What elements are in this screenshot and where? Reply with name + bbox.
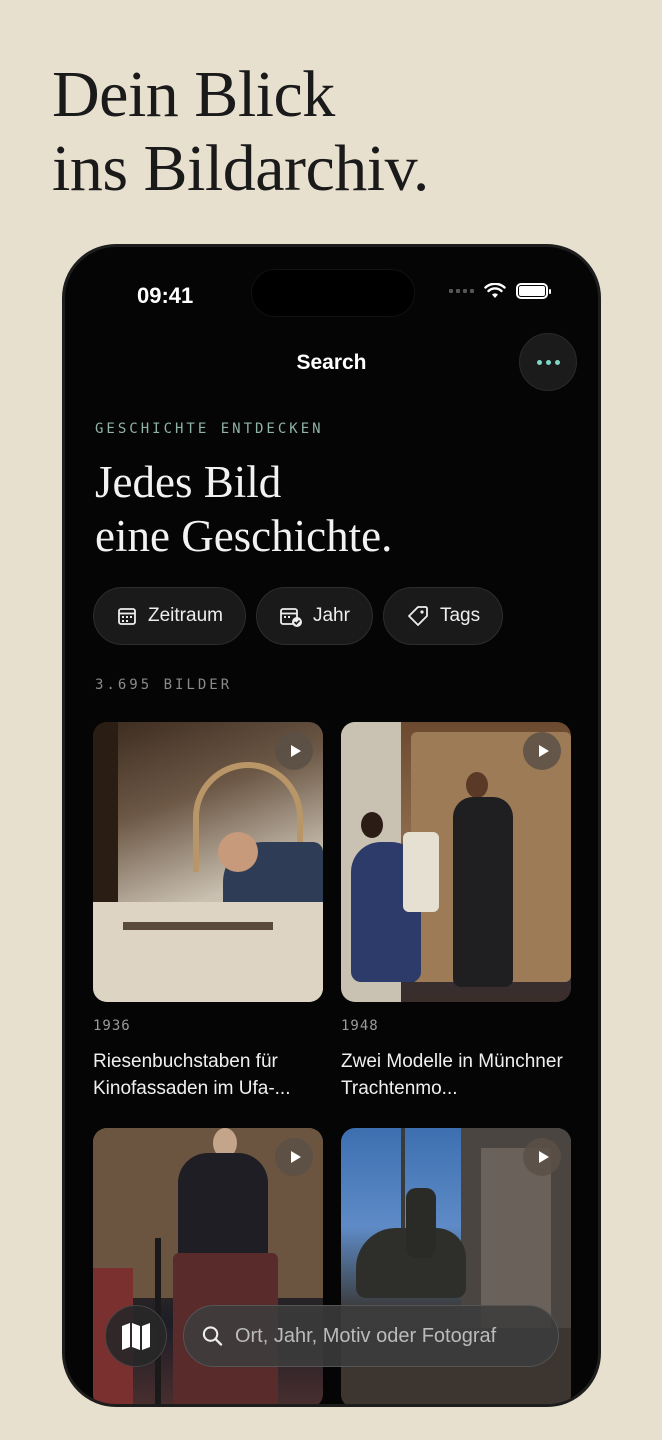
card-title: Zwei Modelle in Münchner Trachtenmo... <box>341 1051 563 1099</box>
image-card[interactable]: 1936 Riesenbuchstaben für Kinofassaden i… <box>93 722 323 1102</box>
play-icon[interactable] <box>523 1138 561 1176</box>
hero-line-1: Jedes Bild <box>95 457 282 507</box>
card-thumbnail <box>93 722 323 1002</box>
filter-label: Tags <box>439 605 481 626</box>
status-icons <box>449 283 551 299</box>
headline-line-1: Dein Blick <box>52 58 335 131</box>
filter-jahr[interactable]: Jahr <box>255 587 373 645</box>
search-input[interactable] <box>234 1324 540 1348</box>
play-icon[interactable] <box>275 1138 313 1176</box>
bottom-search-bar <box>105 1305 559 1367</box>
image-card[interactable]: 1948 Zwei Modelle in Münchner Trachtenmo… <box>341 722 571 1102</box>
ellipsis-icon <box>536 359 542 365</box>
card-year: 1948 <box>341 1018 379 1034</box>
phone-frame: 09:41 Search GESCHICHTE ENTDECKEN Jedes … <box>62 244 601 1407</box>
page-headline: Dein Blick ins Bildarchiv. <box>52 58 429 206</box>
card-title: Riesenbuchstaben für Kinofassaden im Ufa… <box>93 1051 291 1099</box>
filter-label: Zeitraum <box>148 605 223 626</box>
map-button[interactable] <box>105 1305 167 1367</box>
battery-icon <box>516 283 551 299</box>
play-icon[interactable] <box>523 732 561 770</box>
filter-tags[interactable]: Tags <box>382 587 504 645</box>
card-year: 1936 <box>93 1018 131 1034</box>
tag-icon <box>408 606 428 626</box>
search-field[interactable] <box>183 1305 559 1367</box>
result-count: 3.695 BILDER <box>95 677 233 693</box>
calendar-icon <box>118 608 136 625</box>
status-time: 09:41 <box>137 283 194 308</box>
calendar-check-icon <box>280 608 302 627</box>
signal-icon <box>449 289 474 293</box>
filter-label: Jahr <box>312 605 350 626</box>
filter-chips: Zeitraum Jahr Tags <box>93 587 504 645</box>
search-icon <box>202 1326 223 1346</box>
hero-line-2: eine Geschichte. <box>95 511 393 561</box>
dynamic-island <box>251 269 415 317</box>
play-icon[interactable] <box>275 732 313 770</box>
hero-title: Jedes Bild eine Geschichte. <box>95 455 392 563</box>
wifi-icon <box>484 283 506 298</box>
card-thumbnail <box>341 722 571 1002</box>
more-options-button[interactable] <box>519 333 577 391</box>
map-icon <box>122 1323 150 1350</box>
section-eyebrow: GESCHICHTE ENTDECKEN <box>95 421 324 437</box>
headline-line-2: ins Bildarchiv. <box>52 132 429 205</box>
filter-zeitraum[interactable]: Zeitraum <box>93 587 246 645</box>
